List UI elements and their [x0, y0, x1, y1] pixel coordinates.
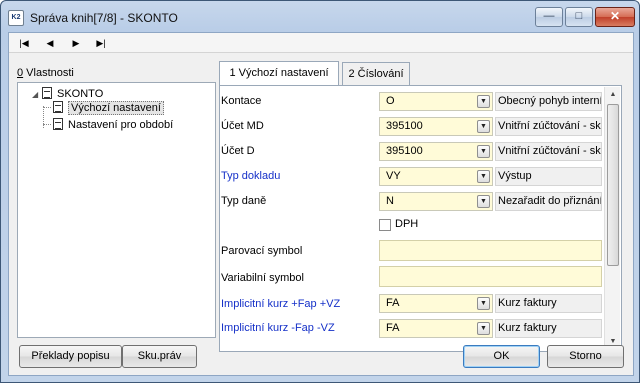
- kurz-plus-description: Kurz faktury: [495, 294, 602, 313]
- typ-dokladu-description: Výstup: [495, 167, 602, 186]
- vertical-scrollbar[interactable]: ▲ ▼: [604, 87, 620, 350]
- typ-dokladu-field[interactable]: VY ▼: [379, 167, 493, 186]
- ucet-d-description: Vnitřní zúčtování - skc: [495, 142, 602, 161]
- scrollbar-thumb[interactable]: [607, 104, 619, 266]
- minimize-button[interactable]: —: [535, 7, 563, 27]
- variabilni-symbol-field[interactable]: [379, 266, 602, 287]
- chevron-down-icon[interactable]: ▼: [477, 120, 490, 133]
- document-icon: [42, 87, 52, 99]
- next-record-icon[interactable]: ▶: [67, 35, 85, 51]
- ucet-d-label: Účet D: [221, 145, 255, 157]
- dialog-client-area: |◀ ◀ ▶ ▶| 0 Vlastnosti ◢ SKONTO Výchozí n…: [8, 32, 634, 376]
- previous-record-icon[interactable]: ◀: [41, 35, 59, 51]
- kurz-plus-field[interactable]: FA ▼: [379, 294, 493, 313]
- cancel-button[interactable]: Storno: [547, 345, 624, 368]
- expand-collapse-icon[interactable]: ◢: [32, 90, 42, 99]
- ok-button[interactable]: OK: [463, 345, 540, 368]
- last-record-icon[interactable]: ▶|: [92, 35, 110, 51]
- record-navigation-bar: |◀ ◀ ▶ ▶|: [9, 33, 633, 53]
- kontace-field[interactable]: O ▼: [379, 92, 493, 111]
- kurz-plus-label: Implicitní kurz +Fap +VZ: [221, 298, 341, 310]
- tree-label: 0 Vlastnosti: [17, 67, 74, 79]
- translate-description-button[interactable]: Překlady popisu: [19, 345, 122, 368]
- ucet-md-description: Vnitřní zúčtování - skc: [495, 117, 602, 136]
- first-record-icon[interactable]: |◀: [15, 35, 33, 51]
- ucet-d-field[interactable]: 395100 ▼: [379, 142, 493, 161]
- kontace-description: Obecný pohyb interní: [495, 92, 602, 111]
- tree-node-vychozi-nastaveni[interactable]: Výchozí nastavení: [53, 101, 164, 115]
- typ-dane-field[interactable]: N ▼: [379, 192, 493, 211]
- clipped-row-container: Implicitní kurz -Fap -VZ FA ▼ Kurz faktu…: [220, 317, 602, 351]
- document-icon: [53, 101, 63, 113]
- typ-dokladu-label: Typ dokladu: [221, 170, 281, 182]
- close-button[interactable]: ✕: [595, 7, 635, 27]
- parovaci-symbol-field[interactable]: [379, 240, 602, 261]
- scroll-up-icon[interactable]: ▲: [605, 87, 621, 103]
- ucet-md-field[interactable]: 395100 ▼: [379, 117, 493, 136]
- kurz-minus-description: Kurz faktury: [495, 319, 602, 338]
- tree-root-node[interactable]: ◢ SKONTO: [32, 87, 103, 100]
- dialog-window: K2 Správa knih[7/8] - SKONTO — □ ✕ |◀ ◀ …: [0, 0, 640, 383]
- parovaci-symbol-label: Parovací symbol: [221, 245, 303, 257]
- typ-dane-label: Typ daně: [221, 195, 267, 207]
- ucet-md-label: Účet MD: [221, 120, 264, 132]
- typ-dane-description: Nezařadit do přiznání: [495, 192, 602, 211]
- sku-prav-button[interactable]: Sku.práv: [122, 345, 197, 368]
- tree-connector: [43, 107, 51, 108]
- tab-vychozi-nastaveni[interactable]: 1 Výchozí nastavení: [219, 61, 339, 86]
- chevron-down-icon[interactable]: ▼: [477, 170, 490, 183]
- dph-checkbox[interactable]: [379, 219, 391, 231]
- chevron-down-icon[interactable]: ▼: [477, 95, 490, 108]
- window-title: Správa knih[7/8] - SKONTO: [30, 11, 178, 25]
- app-icon: K2: [8, 10, 24, 26]
- tree-connector: [43, 124, 51, 125]
- dph-label: DPH: [395, 218, 419, 230]
- kurz-minus-label: Implicitní kurz -Fap -VZ: [221, 322, 335, 334]
- kontace-label: Kontace: [221, 95, 262, 107]
- chevron-down-icon[interactable]: ▼: [477, 297, 490, 310]
- chevron-down-icon[interactable]: ▼: [477, 145, 490, 158]
- document-icon: [53, 118, 63, 130]
- maximize-button[interactable]: □: [565, 7, 593, 27]
- tree-node-nastaveni-pro-obdobi[interactable]: Nastavení pro období: [53, 118, 173, 131]
- tab-cislovani[interactable]: 2 Číslování: [342, 62, 410, 86]
- chevron-down-icon[interactable]: ▼: [477, 322, 490, 335]
- kurz-minus-field[interactable]: FA ▼: [379, 319, 493, 338]
- title-bar[interactable]: K2 Správa knih[7/8] - SKONTO — □ ✕: [1, 1, 639, 33]
- variabilni-symbol-label: Variabilní symbol: [221, 272, 304, 284]
- chevron-down-icon[interactable]: ▼: [477, 195, 490, 208]
